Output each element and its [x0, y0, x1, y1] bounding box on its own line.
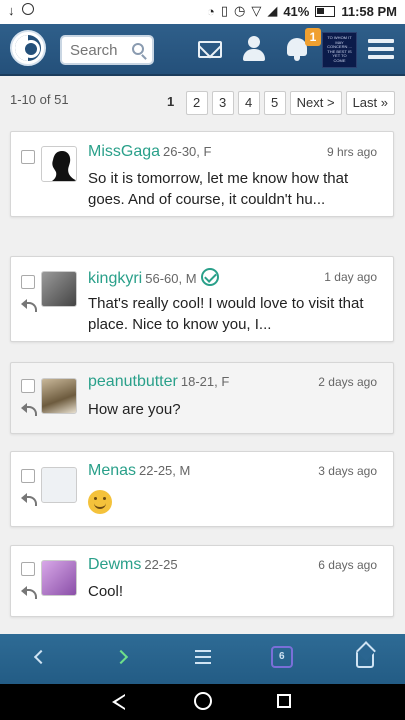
sender-username[interactable]: peanutbutter	[88, 373, 178, 390]
nav-recents-icon[interactable]	[277, 694, 291, 708]
message-checkbox[interactable]	[21, 562, 35, 576]
back-button[interactable]	[28, 646, 54, 672]
mail-icon[interactable]	[198, 36, 224, 62]
message-checkbox[interactable]	[21, 150, 35, 164]
browser-toolbar: 6	[0, 634, 405, 684]
silhouette-avatar-icon	[52, 151, 76, 181]
tab-count: 6	[279, 651, 285, 662]
message-checkbox[interactable]	[21, 469, 35, 483]
message-time: 6 days ago	[318, 558, 377, 572]
person-body-shape	[243, 49, 265, 61]
nav-home-icon[interactable]	[194, 692, 212, 710]
site-logo[interactable]	[10, 30, 46, 66]
sender-meta: 18-21, F	[180, 374, 230, 389]
page-4[interactable]: 4	[237, 91, 260, 115]
chevron-right-icon	[113, 649, 129, 665]
message-time: 3 days ago	[318, 464, 377, 478]
next-page-button[interactable]: Next >	[289, 91, 342, 115]
avatar[interactable]	[41, 378, 77, 414]
message-preview[interactable]	[88, 490, 378, 520]
message-preview[interactable]: Cool!	[88, 581, 378, 602]
forward-button[interactable]	[112, 646, 138, 672]
verified-check-icon	[200, 268, 219, 286]
sender-meta: 22-25	[144, 557, 178, 572]
avatar[interactable]	[41, 146, 77, 182]
vibrate-icon: ▯	[220, 3, 228, 18]
message-checkbox[interactable]	[21, 379, 35, 393]
person-head-shape	[248, 36, 260, 48]
sender-meta: 56-60, M	[145, 271, 197, 286]
bell-clapper-shape	[294, 56, 300, 61]
status-left-icons: ↓	[8, 3, 34, 18]
search-box[interactable]	[60, 35, 154, 65]
tabs-icon: 6	[271, 646, 293, 668]
sender-username[interactable]: MissGaga	[88, 143, 160, 160]
message-card[interactable]: MissGaga 26-30, F 9 hrs ago So it is tomo…	[10, 131, 394, 217]
replied-icon	[21, 403, 37, 416]
search-icon[interactable]	[132, 43, 144, 55]
envelope-shape	[198, 41, 222, 58]
message-sender[interactable]: peanutbutter 18-21, F	[88, 373, 229, 391]
message-sender[interactable]: Dewms 22-25	[88, 556, 178, 574]
page-1[interactable]: 1	[160, 91, 182, 115]
message-preview[interactable]: How are you?	[88, 399, 378, 420]
battery-percent: 41%	[283, 3, 310, 19]
avatar[interactable]	[41, 271, 77, 307]
nav-back-icon[interactable]	[112, 694, 125, 710]
home-icon	[356, 650, 374, 668]
browser-menu-icon[interactable]	[190, 646, 216, 672]
result-range: 1-10 of 51	[10, 92, 69, 107]
message-preview[interactable]: That's really cool! I would love to visi…	[88, 293, 378, 335]
notification-badge[interactable]: 1	[305, 28, 321, 46]
message-card[interactable]: Dewms 22-25 6 days ago Cool!	[10, 545, 394, 617]
status-right-icons: ◔ ▯ ◷ ▽ ◢ 41% 11:58 PM	[207, 3, 397, 19]
message-card[interactable]: peanutbutter 18-21, F 2 days ago How are …	[10, 362, 394, 434]
download-icon: ↓	[8, 3, 15, 18]
avatar[interactable]	[41, 467, 77, 503]
clock: 11:58 PM	[341, 3, 397, 19]
message-time: 9 hrs ago	[326, 145, 377, 159]
avatar[interactable]	[41, 560, 77, 596]
last-page-button[interactable]: Last »	[345, 91, 395, 115]
message-time: 1 day ago	[324, 270, 377, 284]
message-card[interactable]: kingkyri 56-60, M 1 day ago That's really…	[10, 256, 394, 342]
bell-cup-shape	[287, 38, 307, 56]
sender-meta: 26-30, F	[163, 144, 212, 159]
wifi-icon: ▽	[251, 3, 262, 18]
message-card[interactable]: Menas 22-25, M 3 days ago	[10, 451, 394, 527]
page-3[interactable]: 3	[211, 91, 234, 115]
message-checkbox[interactable]	[21, 275, 35, 289]
battery-icon	[315, 5, 336, 17]
hamburger-menu-icon[interactable]	[368, 39, 394, 61]
sender-username[interactable]: kingkyri	[88, 270, 142, 287]
replied-icon	[21, 299, 37, 312]
home-button[interactable]	[353, 646, 379, 672]
signal-icon: ◢	[267, 3, 278, 18]
registered-icon	[22, 3, 34, 15]
yin-yang-icon	[15, 35, 41, 61]
profile-thumbnail[interactable]: TO WHOM IT MAY CONCERN ... THE BEST IS Y…	[322, 32, 357, 68]
message-sender[interactable]: Menas 22-25, M	[88, 462, 190, 480]
pagination: 1 2 3 4 5 Next > Last »	[160, 91, 395, 115]
friends-icon[interactable]	[240, 36, 266, 62]
message-sender[interactable]: MissGaga 26-30, F	[88, 143, 211, 161]
replied-icon	[21, 586, 37, 599]
page-5[interactable]: 5	[263, 91, 286, 115]
smiley-emoji-icon	[88, 490, 112, 514]
message-time: 2 days ago	[318, 375, 377, 389]
tabs-button[interactable]: 6	[271, 646, 297, 672]
search-input[interactable]	[70, 37, 134, 63]
alarm-icon: ◷	[233, 3, 246, 18]
sender-username[interactable]: Dewms	[88, 556, 141, 573]
replied-icon	[21, 493, 37, 506]
sender-meta: 22-25, M	[139, 463, 191, 478]
page-2[interactable]: 2	[185, 91, 208, 115]
chevron-left-icon	[33, 649, 49, 665]
message-sender[interactable]: kingkyri 56-60, M	[88, 268, 219, 288]
headphones-icon: ◔	[206, 3, 215, 19]
sender-username[interactable]: Menas	[88, 462, 136, 479]
system-nav-bar	[0, 684, 405, 720]
message-preview[interactable]: So it is tomorrow, let me know how that …	[88, 168, 378, 210]
status-bar: ↓ ◔ ▯ ◷ ▽ ◢ 41% 11:58 PM	[0, 0, 405, 24]
